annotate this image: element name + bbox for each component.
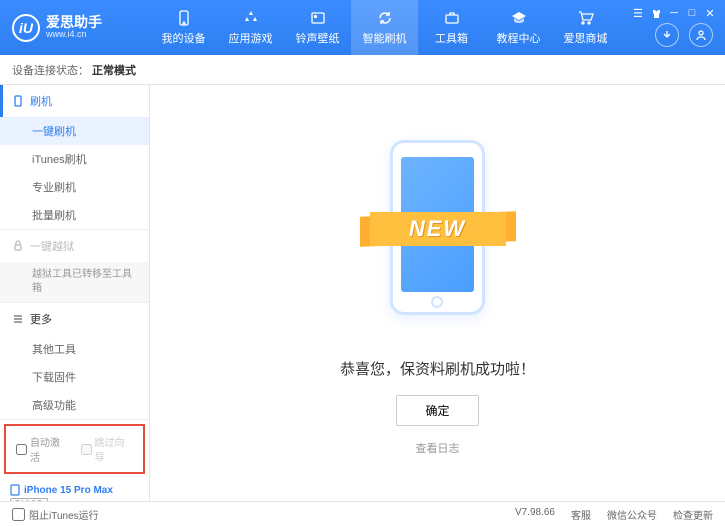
toolbox-icon xyxy=(443,9,461,27)
sidebar-item-other-tools[interactable]: 其他工具 xyxy=(0,335,149,363)
sidebar-item-download-firmware[interactable]: 下载固件 xyxy=(0,363,149,391)
cart-icon xyxy=(577,9,595,27)
sidebar-section-flash[interactable]: 刷机 xyxy=(0,85,149,117)
app-title: 爱思助手 xyxy=(46,15,102,30)
sidebar-item-itunes-flash[interactable]: iTunes刷机 xyxy=(0,145,149,173)
footer-wechat[interactable]: 微信公众号 xyxy=(607,507,657,522)
device-icon xyxy=(10,484,20,496)
nav-apps[interactable]: 应用游戏 xyxy=(217,0,284,55)
graduation-icon xyxy=(510,9,528,27)
sidebar-section-jailbreak[interactable]: 一键越狱 xyxy=(0,230,149,262)
sidebar-item-batch-flash[interactable]: 批量刷机 xyxy=(0,201,149,229)
main-content: NEW 恭喜您，保资料刷机成功啦！ 确定 查看日志 xyxy=(150,85,725,501)
block-itunes-checkbox[interactable] xyxy=(12,508,25,521)
auto-activate-checkbox[interactable]: 自动激活 xyxy=(16,434,69,464)
ok-button[interactable]: 确定 xyxy=(396,395,478,426)
skin-icon[interactable] xyxy=(649,6,663,20)
device-name[interactable]: iPhone 15 Pro Max xyxy=(10,484,139,496)
nav-flash[interactable]: 智能刷机 xyxy=(351,0,418,55)
top-nav: 我的设备 应用游戏 铃声壁纸 智能刷机 工具箱 教程中心 爱思商城 xyxy=(150,0,619,55)
nav-my-device[interactable]: 我的设备 xyxy=(150,0,217,55)
maximize-icon[interactable]: □ xyxy=(685,6,699,20)
logo-area: iU 爱思助手 www.i4.cn xyxy=(0,14,150,42)
app-url: www.i4.cn xyxy=(46,30,102,40)
sidebar-jailbreak-note: 越狱工具已转移至工具箱 xyxy=(0,262,149,302)
image-icon xyxy=(309,9,327,27)
nav-tutorials[interactable]: 教程中心 xyxy=(485,0,552,55)
sidebar-section-more[interactable]: 更多 xyxy=(0,303,149,335)
phone-icon xyxy=(175,9,193,27)
minimize-icon[interactable]: ─ xyxy=(667,6,681,20)
sidebar-item-pro-flash[interactable]: 专业刷机 xyxy=(0,173,149,201)
status-bar: 设备连接状态： 正常模式 xyxy=(0,55,725,85)
storage-badge: 512GB xyxy=(10,498,48,501)
footer-support[interactable]: 客服 xyxy=(571,507,591,522)
apps-icon xyxy=(242,9,260,27)
status-value: 正常模式 xyxy=(92,62,136,78)
version-label: V7.98.66 xyxy=(515,507,555,522)
window-controls: ☰ ─ □ ✕ xyxy=(631,6,717,20)
menu-icon[interactable]: ☰ xyxy=(631,6,645,20)
nav-store[interactable]: 爱思商城 xyxy=(552,0,619,55)
user-button[interactable] xyxy=(689,23,713,47)
refresh-icon xyxy=(376,9,394,27)
nav-toolbox[interactable]: 工具箱 xyxy=(418,0,485,55)
view-log-link[interactable]: 查看日志 xyxy=(416,440,460,456)
flash-icon xyxy=(12,95,24,107)
new-ribbon: NEW xyxy=(360,208,516,250)
sidebar-item-oneclick-flash[interactable]: 一键刷机 xyxy=(0,117,149,145)
sidebar-item-advanced[interactable]: 高级功能 xyxy=(0,391,149,419)
checkbox-row: 自动激活 跳过向导 xyxy=(4,424,145,474)
footer-update[interactable]: 检查更新 xyxy=(673,507,713,522)
status-label: 设备连接状态： xyxy=(12,62,89,78)
device-info: iPhone 15 Pro Max 512GB iPhone xyxy=(0,478,149,501)
more-icon xyxy=(12,313,24,325)
block-itunes-label: 阻止iTunes运行 xyxy=(29,507,99,522)
app-header: iU 爱思助手 www.i4.cn 我的设备 应用游戏 铃声壁纸 智能刷机 工具… xyxy=(0,0,725,55)
logo-icon: iU xyxy=(12,14,40,42)
success-message: 恭喜您，保资料刷机成功啦！ xyxy=(340,358,535,379)
close-icon[interactable]: ✕ xyxy=(703,6,717,20)
footer: 阻止iTunes运行 V7.98.66 客服 微信公众号 检查更新 xyxy=(0,501,725,527)
nav-ringtones[interactable]: 铃声壁纸 xyxy=(284,0,351,55)
phone-illustration: NEW xyxy=(368,130,508,340)
skip-guide-checkbox[interactable]: 跳过向导 xyxy=(81,434,134,464)
lock-icon xyxy=(12,240,24,252)
sidebar: 刷机 一键刷机 iTunes刷机 专业刷机 批量刷机 一键越狱 越狱工具已转移至… xyxy=(0,85,150,501)
download-button[interactable] xyxy=(655,23,679,47)
